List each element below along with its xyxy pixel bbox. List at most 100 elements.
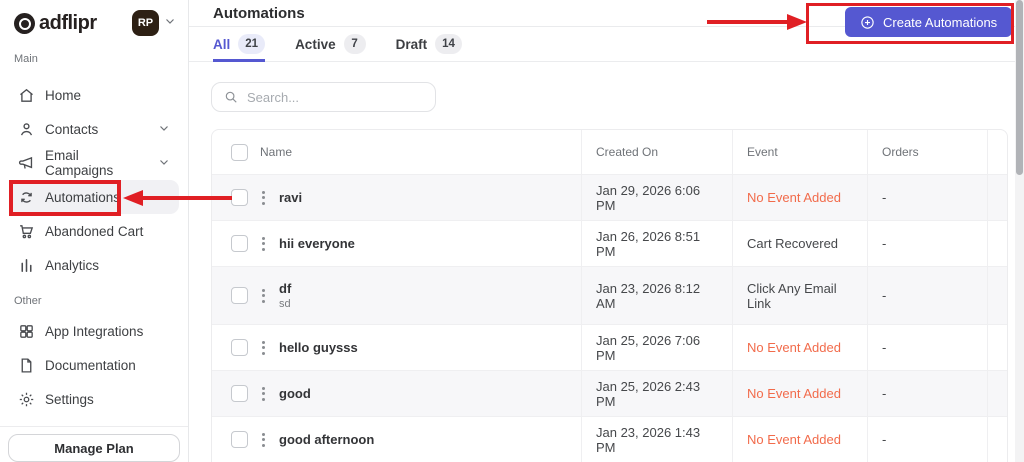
sidebar-item-abandoned-cart[interactable]: Abandoned Cart (9, 214, 179, 248)
sidebar-item-label: Contacts (45, 121, 99, 137)
manage-plan-button[interactable]: Manage Plan (8, 434, 180, 462)
sidebar-section-other: Other (14, 295, 42, 307)
vertical-scrollbar-track[interactable] (1015, 0, 1024, 462)
tab-label: Draft (395, 36, 428, 52)
tab-count-badge: 7 (343, 34, 366, 54)
sidebar-item-analytics[interactable]: Analytics (9, 248, 179, 282)
document-icon (21, 357, 32, 373)
sidebar-nav: Main Home Contacts Email Campaigns Autom… (0, 46, 188, 426)
sidebar-item-label: Documentation (45, 357, 136, 373)
table-row: ravi Jan 29, 2026 6:06 PM No Event Added… (212, 174, 1007, 220)
create-automations-button[interactable]: Create Automations (845, 7, 1013, 37)
tab-count-badge: 21 (238, 34, 266, 54)
sidebar-item-label: Email Campaigns (45, 148, 114, 178)
sidebar-footer: Manage Plan (0, 426, 188, 462)
orders: - (868, 325, 988, 370)
row-menu-icon[interactable] (260, 233, 267, 255)
account-menu[interactable]: RP (132, 10, 176, 36)
automation-name[interactable]: good (279, 386, 311, 401)
sidebar-item-label: Automations (45, 189, 121, 205)
page-title: Automations (213, 4, 305, 22)
sidebar-item-label: Home (45, 87, 82, 103)
created-on: Jan 23, 2026 8:12 AM (582, 267, 733, 324)
create-automations-label: Create Automations (883, 14, 998, 30)
sidebar-item-documentation[interactable]: Documentation (9, 348, 179, 382)
page-header: Automations Create Automations (189, 0, 1024, 37)
sidebar-item-label: Settings (45, 391, 94, 407)
created-on: Jan 23, 2026 1:43 PM (582, 417, 733, 462)
table-header-row: Name Created On Event Orders (212, 130, 1007, 174)
sidebar-item-contacts[interactable]: Contacts (9, 112, 179, 146)
sidebar-section-main: Main (14, 53, 38, 65)
sidebar-item-label: App Integrations (45, 323, 144, 339)
event: No Event Added (733, 175, 868, 220)
sidebar-item-label: Abandoned Cart (45, 223, 144, 239)
row-menu-icon[interactable] (260, 187, 267, 209)
automation-name[interactable]: hello guysss (279, 340, 358, 355)
table-row: hii everyone Jan 26, 2026 8:51 PM Cart R… (212, 220, 1007, 266)
row-menu-icon[interactable] (260, 429, 267, 451)
automation-name[interactable]: hii everyone (279, 236, 355, 251)
content-area: Name Created On Event Orders ravi Jan 29… (189, 62, 1024, 462)
column-header-created: Created On (582, 130, 733, 174)
sidebar-item-email-campaigns[interactable]: Email Campaigns (9, 146, 179, 180)
tab-count-badge: 14 (435, 34, 462, 54)
row-menu-icon[interactable] (260, 383, 267, 405)
apps-icon (20, 324, 33, 338)
row-checkbox[interactable] (231, 385, 248, 402)
row-menu-icon[interactable] (260, 285, 267, 307)
automation-name[interactable]: good afternoon (279, 432, 374, 447)
chevron-down-icon (164, 14, 176, 32)
row-checkbox[interactable] (231, 339, 248, 356)
brand-row: adflipr RP (0, 0, 188, 46)
tab-label: All (213, 36, 231, 52)
table-row: hello guysss Jan 25, 2026 7:06 PM No Eve… (212, 324, 1007, 370)
sidebar-item-automations[interactable]: Automations (9, 180, 179, 214)
adflipr-logo-icon (14, 12, 35, 34)
event: No Event Added (733, 371, 868, 416)
table-row: good Jan 25, 2026 2:43 PM No Event Added… (212, 370, 1007, 416)
orders: - (868, 175, 988, 220)
automation-name[interactable]: ravi (279, 190, 302, 205)
tab-all[interactable]: All 21 (213, 27, 266, 62)
row-checkbox[interactable] (231, 235, 248, 252)
column-header-name: Name (260, 145, 293, 159)
sidebar-item-app-integrations[interactable]: App Integrations (9, 314, 179, 348)
cart-icon (20, 224, 34, 238)
row-checkbox[interactable] (231, 431, 248, 448)
home-icon (20, 88, 33, 102)
vertical-scrollbar-thumb[interactable] (1016, 0, 1023, 175)
adflipr-logo[interactable]: adflipr (14, 12, 97, 35)
created-on: Jan 26, 2026 8:51 PM (582, 221, 733, 266)
orders: - (868, 221, 988, 266)
sidebar-item-home[interactable]: Home (9, 78, 179, 112)
tab-draft[interactable]: Draft 14 (396, 27, 462, 62)
event: No Event Added (733, 417, 868, 462)
chevron-down-icon (158, 122, 170, 137)
tab-active[interactable]: Active 7 (295, 27, 366, 62)
sidebar: adflipr RP Main Home Contacts Email Camp… (0, 0, 189, 462)
row-menu-icon[interactable] (260, 337, 267, 359)
column-header-orders: Orders (868, 130, 988, 174)
adflipr-logo-text: adflipr (39, 11, 97, 34)
orders: - (868, 267, 988, 324)
row-checkbox[interactable] (231, 287, 248, 304)
gear-icon (19, 392, 34, 406)
megaphone-icon (18, 156, 33, 169)
sidebar-item-settings[interactable]: Settings (9, 382, 179, 416)
avatar[interactable]: RP (132, 10, 159, 36)
orders: - (868, 417, 988, 462)
contacts-icon (20, 122, 33, 135)
created-on: Jan 29, 2026 6:06 PM (582, 175, 733, 220)
automation-name[interactable]: df (279, 281, 291, 296)
row-checkbox[interactable] (231, 189, 248, 206)
created-on: Jan 25, 2026 7:06 PM (582, 325, 733, 370)
event: Cart Recovered (733, 221, 868, 266)
table-row: df sd Jan 23, 2026 8:12 AM Click Any Ema… (212, 266, 1007, 324)
automations-table: Name Created On Event Orders ravi Jan 29… (211, 129, 1008, 462)
main-panel: Automations Create Automations All 21 Ac… (189, 0, 1024, 462)
sidebar-item-label: Analytics (45, 257, 100, 273)
plus-circle-icon (861, 15, 874, 29)
select-all-checkbox[interactable] (231, 143, 248, 161)
search-input[interactable] (247, 89, 423, 105)
